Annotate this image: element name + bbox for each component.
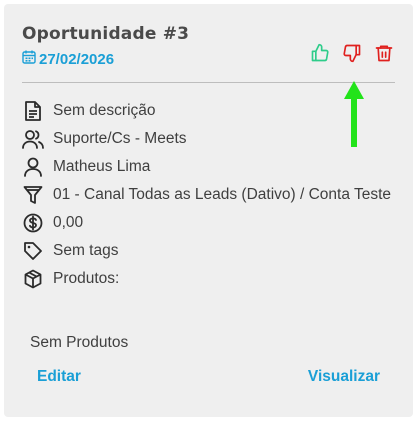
description-row: Sem descrição [22, 100, 392, 122]
info-list: Sem descrição Suporte/Cs - Meets Matheus… [22, 100, 392, 296]
document-icon [22, 100, 44, 122]
edit-link[interactable]: Editar [37, 368, 81, 386]
products-label: Produtos: [53, 270, 120, 287]
like-button[interactable] [309, 42, 331, 64]
tags-text: Sem tags [53, 242, 119, 259]
description-text: Sem descrição [53, 102, 156, 119]
divider [22, 82, 395, 83]
thumbs-up-icon [311, 43, 329, 62]
date-row: 27/02/2026 [22, 50, 114, 68]
box-icon [22, 268, 44, 290]
delete-button[interactable] [373, 42, 395, 64]
owner-text: Matheus Lima [53, 158, 151, 175]
products-row: Produtos: [22, 268, 392, 290]
arrow-up-icon [344, 81, 364, 147]
value-text: 0,00 [53, 214, 84, 231]
funnel-text: 01 - Canal Todas as Leads (Dativo) / Con… [53, 186, 392, 203]
dollar-circle-icon [22, 212, 44, 234]
card-date: 27/02/2026 [39, 50, 115, 68]
tag-icon [22, 240, 44, 262]
dislike-button[interactable] [341, 42, 363, 64]
card-title: Oportunidade #3 [22, 24, 190, 44]
calendar-icon [22, 50, 36, 68]
users-icon [22, 128, 44, 150]
trash-icon [375, 45, 393, 62]
team-row: Suporte/Cs - Meets [22, 128, 392, 150]
view-link[interactable]: Visualizar [308, 368, 380, 386]
funnel-icon [22, 184, 44, 206]
owner-row: Matheus Lima [22, 156, 392, 178]
user-icon [22, 156, 44, 178]
team-text: Suporte/Cs - Meets [53, 130, 187, 147]
value-row: 0,00 [22, 212, 392, 234]
no-products-text: Sem Produtos [30, 334, 129, 351]
thumbs-down-icon [343, 44, 361, 63]
funnel-row: 01 - Canal Todas as Leads (Dativo) / Con… [22, 184, 392, 206]
card-actions [309, 42, 395, 64]
opportunity-card: Oportunidade #3 27/02/2026 Sem descrição… [4, 4, 413, 417]
tags-row: Sem tags [22, 240, 392, 262]
